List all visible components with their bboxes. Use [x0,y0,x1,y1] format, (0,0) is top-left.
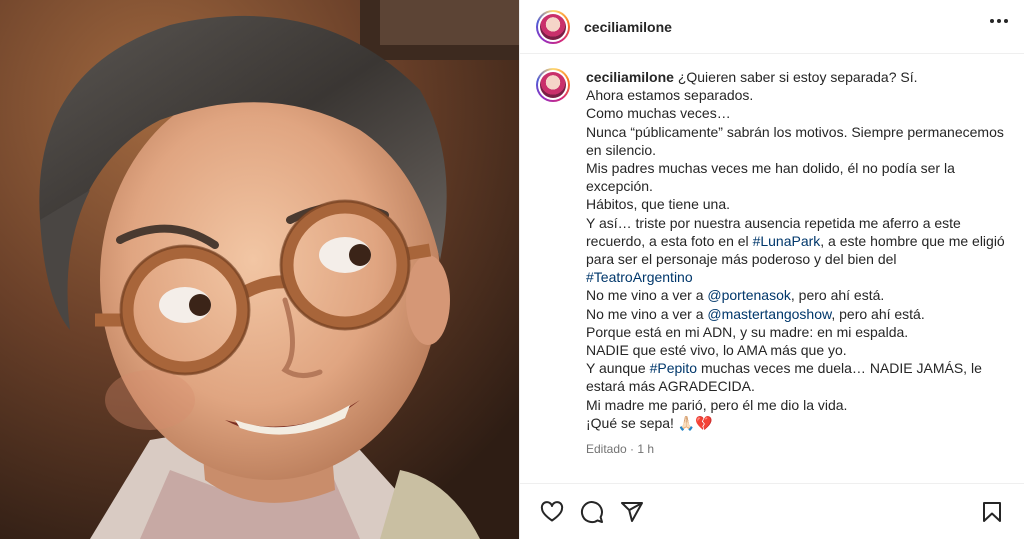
caption-line: Nunca “públicamente” sabrán los motivos.… [586,123,1006,159]
heart-icon[interactable] [532,492,572,532]
caption-avatar[interactable] [536,68,570,102]
post-actions [520,483,1024,539]
caption-line: Ahora estamos separados. [586,86,1006,104]
caption-text-segment: NADIE que esté vivo, lo AMA más que yo. [586,342,847,359]
caption-text-segment: , pero ahí está. [790,287,885,304]
caption-line: ¡Qué se sepa! 🙏🏻💔 [586,414,1006,432]
caption-text-segment: Como muchas veces… [586,105,731,122]
post-meta: Editado · 1 h [586,442,655,457]
caption-line: Como muchas veces… [586,104,1006,122]
caption-text-segment: No me vino a ver a [586,305,708,322]
caption-text-segment: Ahora estamos separados. [586,87,754,104]
bookmark-icon[interactable] [972,492,1012,532]
caption-text-segment: Nunca “públicamente” sabrán los motivos.… [586,123,1004,158]
caption-text-segment: No me vino a ver a [586,287,708,304]
caption-line: No me vino a ver a @portenasok, pero ahí… [586,286,1006,304]
more-options-icon[interactable] [990,19,1008,23]
hashtag-link[interactable]: #LunaPark [753,233,821,249]
share-icon[interactable] [612,492,652,532]
caption-line: Porque está en mi ADN, y su madre: en mi… [586,323,1006,341]
post-photo-illustration [0,0,519,539]
post-caption: ceciliamilone ¿Quieren saber si estoy se… [536,68,1008,458]
caption-text-segment: Mis padres muchas veces me han dolido, é… [586,160,955,195]
post-header: ceciliamilone [520,0,1024,54]
caption-text-segment: Hábitos, que tiene una. [586,196,730,213]
comment-icon[interactable] [572,492,612,532]
caption-line: Y aunque #Pepito muchas veces me duela… … [586,359,1006,395]
caption-line: Mi madre me parió, pero él me dio la vid… [586,396,1006,414]
hashtag-link[interactable]: #Pepito [650,360,697,376]
mention-link[interactable]: @mastertangoshow [707,306,831,322]
caption-text-segment: Porque está en mi ADN, y su madre: en mi… [586,323,909,340]
caption-line: ceciliamilone ¿Quieren saber si estoy se… [586,68,1006,86]
post-panel: ceciliamilone ceciliamilone ¿Quieren sab… [519,0,1024,539]
caption-line: Mis padres muchas veces me han dolido, é… [586,159,1006,195]
caption-text-segment: ¿Quieren saber si estoy separada? Sí. [677,69,918,85]
author-username[interactable]: ceciliamilone [584,19,672,35]
caption-text-segment: , pero ahí está. [831,305,925,322]
caption-line: Y así… triste por nuestra ausencia repet… [586,214,1006,287]
caption-text: ceciliamilone ¿Quieren saber si estoy se… [586,68,1006,432]
mention-link[interactable]: @portenasok [707,287,790,303]
caption-line: NADIE que esté vivo, lo AMA más que yo. [586,341,1006,359]
post-photo[interactable] [0,0,519,539]
hashtag-link[interactable]: #TeatroArgentino [586,269,693,285]
caption-text-segment: Y aunque [586,360,650,377]
caption-username[interactable]: ceciliamilone [586,69,678,85]
caption-body: ceciliamilone ¿Quieren saber si estoy se… [586,68,1006,458]
caption-text-segment: Mi madre me parió, pero él me dio la vid… [586,396,848,413]
caption-line: No me vino a ver a @mastertangoshow, per… [586,305,1006,323]
caption-text-segment: ¡Qué se sepa! 🙏🏻💔 [586,414,713,431]
caption-line: Hábitos, que tiene una. [586,195,1006,213]
author-avatar[interactable] [536,9,570,44]
